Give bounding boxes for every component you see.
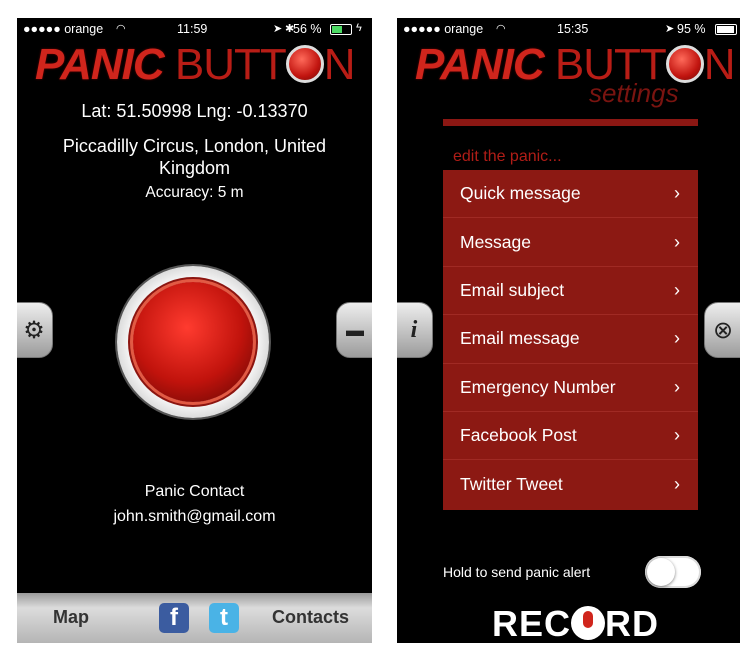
logo-panic: PANIC bbox=[35, 40, 165, 89]
chevron-right-icon: › bbox=[674, 474, 680, 495]
accuracy: Accuracy: 5 m bbox=[145, 184, 244, 201]
menu-item-twitter-tweet[interactable]: Twitter Tweet › bbox=[443, 460, 698, 508]
toggle-knob bbox=[647, 558, 675, 586]
map-button[interactable]: Map bbox=[53, 607, 89, 628]
menu-item-label: Email subject bbox=[460, 279, 565, 300]
divider bbox=[443, 119, 698, 126]
panic-button[interactable] bbox=[117, 266, 269, 418]
battery-icon bbox=[330, 24, 352, 35]
wifi-icon: ◠ bbox=[116, 23, 126, 35]
menu-item-label: Twitter Tweet bbox=[460, 474, 563, 495]
chevron-right-icon: › bbox=[674, 183, 680, 204]
microphone-icon bbox=[571, 606, 606, 640]
menu-item-label: Message bbox=[460, 231, 532, 252]
status-bar: ●●●●● orange ◠ 15:35 ➤ 95 % bbox=[397, 18, 740, 40]
menu-item-facebook-post[interactable]: Facebook Post › bbox=[443, 412, 698, 461]
bottom-bar: Map f t Contacts bbox=[17, 593, 372, 643]
settings-screen: ●●●●● orange ◠ 15:35 ➤ 95 % PANIC BUTT N … bbox=[397, 18, 740, 643]
menu-item-message[interactable]: Message › bbox=[443, 218, 698, 267]
battery-icon bbox=[715, 24, 737, 35]
logo-panic: PANIC bbox=[415, 40, 545, 89]
panic-contact-label: Panic Contact bbox=[144, 483, 245, 500]
menu-item-email-subject[interactable]: Email subject › bbox=[443, 267, 698, 316]
charging-icon: ϟ bbox=[356, 22, 362, 34]
carrier-label: ●●●●● orange bbox=[23, 22, 104, 36]
panic-contact-email: john.smith@gmail.com bbox=[113, 508, 276, 525]
record-button[interactable]: REC RD bbox=[492, 603, 659, 643]
info-tab[interactable]: i bbox=[397, 302, 433, 358]
menu-item-email-message[interactable]: Email message › bbox=[443, 315, 698, 364]
chevron-right-icon: › bbox=[674, 425, 680, 446]
twitter-icon[interactable]: t bbox=[209, 603, 239, 633]
carrier-label: ●●●●● orange bbox=[403, 22, 484, 36]
logo-o-icon bbox=[285, 45, 324, 83]
hold-toggle[interactable] bbox=[645, 556, 701, 588]
status-bar: ●●●●● orange ◠ 11:59 ➤ ✱ 56 % ϟ bbox=[17, 18, 372, 40]
address-line-2: Kingdom bbox=[158, 158, 231, 178]
message-icon: ▬ bbox=[346, 319, 364, 340]
gear-icon: ⚙ bbox=[23, 316, 45, 344]
battery-percent: 56 % bbox=[293, 22, 322, 36]
info-icon: i bbox=[410, 316, 418, 343]
clock: 11:59 bbox=[177, 22, 208, 36]
chevron-right-icon: › bbox=[674, 279, 680, 300]
close-tab[interactable]: ⊗ bbox=[704, 302, 740, 358]
logo-button-end: N bbox=[323, 40, 356, 89]
chevron-right-icon: › bbox=[674, 231, 680, 252]
coordinates: Lat: 51.50998 Lng: -0.13370 bbox=[81, 101, 308, 121]
logo-button-end: N bbox=[703, 40, 736, 89]
close-icon: ⊗ bbox=[712, 316, 734, 344]
facebook-icon[interactable]: f bbox=[159, 603, 189, 633]
app-logo: PANIC BUTT N bbox=[415, 40, 736, 89]
menu-item-label: Facebook Post bbox=[460, 425, 577, 446]
panic-button-red bbox=[133, 282, 253, 402]
chevron-right-icon: › bbox=[674, 376, 680, 397]
record-label-start: REC bbox=[492, 603, 572, 643]
settings-menu: Quick message › Message › Email subject … bbox=[443, 170, 698, 510]
location-arrow-icon: ➤ bbox=[273, 23, 283, 35]
edit-label: edit the panic... bbox=[453, 148, 562, 165]
clock: 15:35 bbox=[557, 22, 589, 36]
app-logo: PANIC BUTT N bbox=[35, 40, 356, 89]
panic-screen: ●●●●● orange ◠ 11:59 ➤ ✱ 56 % ϟ PANIC BU… bbox=[17, 18, 372, 643]
battery-percent: 95 % bbox=[677, 22, 706, 36]
record-label-end: RD bbox=[605, 603, 660, 643]
wifi-icon: ◠ bbox=[496, 23, 506, 35]
message-tab[interactable]: ▬ bbox=[336, 302, 372, 358]
menu-item-emergency-number[interactable]: Emergency Number › bbox=[443, 364, 698, 412]
menu-item-label: Quick message bbox=[460, 183, 581, 204]
settings-title: settings bbox=[589, 78, 679, 108]
hold-label: Hold to send panic alert bbox=[443, 564, 591, 580]
address-line-1: Piccadilly Circus, London, United bbox=[62, 136, 327, 156]
settings-tab[interactable]: ⚙ bbox=[17, 302, 53, 358]
contacts-button[interactable]: Contacts bbox=[272, 607, 349, 628]
chevron-right-icon: › bbox=[674, 328, 680, 349]
menu-item-label: Emergency Number bbox=[460, 376, 616, 397]
menu-item-label: Email message bbox=[460, 328, 580, 349]
menu-item-quick-message[interactable]: Quick message › bbox=[443, 170, 698, 219]
location-arrow-icon: ➤ bbox=[665, 23, 675, 35]
logo-button-start: BUTT bbox=[174, 40, 287, 89]
